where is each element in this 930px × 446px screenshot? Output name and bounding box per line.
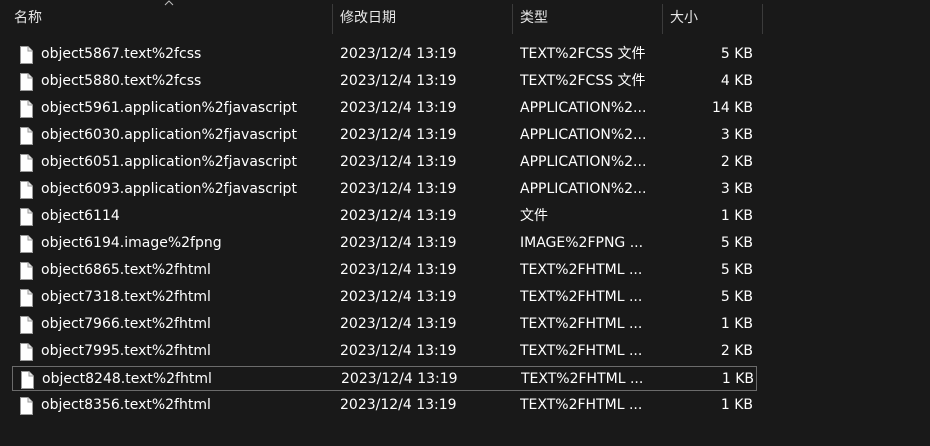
file-row[interactable]: object5867.text%2fcss 2023/12/4 13:19 TEXT… <box>12 42 757 67</box>
file-size: 2 KB <box>720 343 753 359</box>
file-icon <box>18 235 34 253</box>
file-name: object8356.text%2fhtml <box>41 397 211 413</box>
file-type: APPLICATION%2... <box>520 154 647 170</box>
file-type: TEXT%2FHTML ... <box>521 371 644 387</box>
file-type: TEXT%2FHTML ... <box>520 262 643 278</box>
file-name: object7318.text%2fhtml <box>41 289 211 305</box>
file-row[interactable]: object6051.application%2fjavascript 2023/… <box>12 150 757 175</box>
file-row[interactable]: object5880.text%2fcss 2023/12/4 13:19 TEXT… <box>12 69 757 94</box>
file-date: 2023/12/4 13:19 <box>341 371 458 387</box>
file-name: object6030.application%2fjavascript <box>41 127 297 143</box>
file-type: TEXT%2FHTML ... <box>520 289 643 305</box>
file-row[interactable]: object6114 2023/12/4 13:19 文件 1 KB <box>12 204 757 229</box>
file-date: 2023/12/4 13:19 <box>340 397 457 413</box>
file-size: 3 KB <box>720 127 753 143</box>
file-icon <box>18 127 34 145</box>
file-type: 文件 <box>520 208 548 224</box>
file-type: TEXT%2FHTML ... <box>520 343 643 359</box>
file-date: 2023/12/4 13:19 <box>340 343 457 359</box>
file-date: 2023/12/4 13:19 <box>340 127 457 143</box>
file-size: 1 KB <box>721 371 754 387</box>
file-name: object8248.text%2fhtml <box>42 371 212 387</box>
file-date: 2023/12/4 13:19 <box>340 100 457 116</box>
file-row[interactable]: object7966.text%2fhtml 2023/12/4 13:19 TEX… <box>12 312 757 337</box>
file-icon <box>18 208 34 226</box>
file-row[interactable]: object6194.image%2fpng 2023/12/4 13:19 IMA… <box>12 231 757 256</box>
file-name: object6114 <box>41 208 120 224</box>
file-size: 3 KB <box>720 181 753 197</box>
file-type: APPLICATION%2... <box>520 181 647 197</box>
file-name: object6865.text%2fhtml <box>41 262 211 278</box>
file-size: 5 KB <box>720 46 753 62</box>
file-icon <box>18 73 34 91</box>
file-name: object6194.image%2fpng <box>41 235 222 251</box>
file-icon <box>18 46 34 64</box>
column-divider[interactable] <box>762 4 763 34</box>
file-date: 2023/12/4 13:19 <box>340 73 457 89</box>
file-list-view: 名称 修改日期 类型 大小 object5867.text%2fcss 2023/… <box>0 0 930 446</box>
file-size: 5 KB <box>720 262 753 278</box>
column-header-type[interactable]: 类型 <box>512 0 662 36</box>
file-icon <box>18 100 34 118</box>
file-icon <box>18 289 34 307</box>
file-size: 1 KB <box>720 316 753 332</box>
file-name: object5867.text%2fcss <box>41 46 202 62</box>
file-icon <box>18 154 34 172</box>
file-size: 1 KB <box>720 397 753 413</box>
file-size: 4 KB <box>720 73 753 89</box>
file-row[interactable]: object6030.application%2fjavascript 2023/… <box>12 123 757 148</box>
column-header-date[interactable]: 修改日期 <box>332 0 512 36</box>
file-icon <box>18 181 34 199</box>
file-icon <box>18 397 34 415</box>
file-size: 5 KB <box>720 289 753 305</box>
file-type: APPLICATION%2... <box>520 100 647 116</box>
file-size: 1 KB <box>720 208 753 224</box>
file-date: 2023/12/4 13:19 <box>340 235 457 251</box>
file-name: object6051.application%2fjavascript <box>41 154 297 170</box>
file-size: 2 KB <box>720 154 753 170</box>
file-type: TEXT%2FCSS 文件 <box>520 46 646 62</box>
file-date: 2023/12/4 13:19 <box>340 262 457 278</box>
file-type: TEXT%2FCSS 文件 <box>520 73 646 89</box>
file-row[interactable]: object8248.text%2fhtml 2023/12/4 13:19 TEX… <box>12 366 757 391</box>
file-size: 14 KB <box>711 100 753 116</box>
file-icon <box>19 371 35 389</box>
file-date: 2023/12/4 13:19 <box>340 181 457 197</box>
file-name: object5880.text%2fcss <box>41 73 202 89</box>
file-date: 2023/12/4 13:19 <box>340 46 457 62</box>
file-date: 2023/12/4 13:19 <box>340 316 457 332</box>
file-type: TEXT%2FHTML ... <box>520 397 643 413</box>
chevron-up-icon <box>164 0 174 8</box>
column-header-size[interactable]: 大小 <box>662 0 762 36</box>
file-size: 5 KB <box>720 235 753 251</box>
file-row[interactable]: object6865.text%2fhtml 2023/12/4 13:19 TEX… <box>12 258 757 283</box>
file-date: 2023/12/4 13:19 <box>340 289 457 305</box>
file-type: TEXT%2FHTML ... <box>520 316 643 332</box>
file-date: 2023/12/4 13:19 <box>340 154 457 170</box>
file-row[interactable]: object8356.text%2fhtml 2023/12/4 13:19 TEX… <box>12 393 757 418</box>
file-type: APPLICATION%2... <box>520 127 647 143</box>
file-icon <box>18 343 34 361</box>
file-name: object5961.application%2fjavascript <box>41 100 297 116</box>
column-header-bar: 名称 修改日期 类型 大小 <box>0 0 930 36</box>
file-row[interactable]: object7995.text%2fhtml 2023/12/4 13:19 TEX… <box>12 339 757 364</box>
file-row[interactable]: object6093.application%2fjavascript 2023/… <box>12 177 757 202</box>
file-type: IMAGE%2FPNG ... <box>520 235 644 251</box>
file-row[interactable]: object7318.text%2fhtml 2023/12/4 13:19 TEX… <box>12 285 757 310</box>
file-name: object7966.text%2fhtml <box>41 316 211 332</box>
file-icon <box>18 316 34 334</box>
file-name: object6093.application%2fjavascript <box>41 181 297 197</box>
file-row[interactable]: object5961.application%2fjavascript 2023/… <box>12 96 757 121</box>
file-date: 2023/12/4 13:19 <box>340 208 457 224</box>
file-icon <box>18 262 34 280</box>
file-name: object7995.text%2fhtml <box>41 343 211 359</box>
